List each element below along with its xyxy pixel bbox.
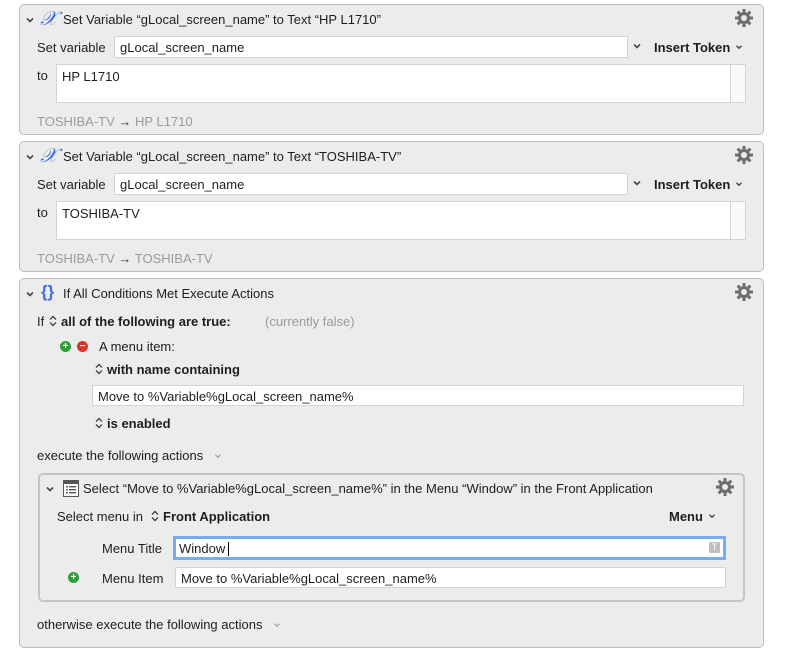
- variable-name-value: gLocal_screen_name: [120, 40, 245, 55]
- text-scrollbar[interactable]: [730, 65, 745, 102]
- add-menu-item-icon[interactable]: +: [68, 572, 79, 583]
- chevron-down-icon[interactable]: [24, 14, 36, 26]
- preview-text: TOSHIBA-TV → TOSHIBA-TV: [37, 251, 213, 266]
- insert-token-button[interactable]: Insert Token: [654, 40, 744, 55]
- gear-icon[interactable]: [715, 477, 735, 497]
- menu-name-field[interactable]: Move to %Variable%gLocal_screen_name%: [92, 385, 744, 406]
- application-popup[interactable]: Front Application: [151, 509, 270, 524]
- text-value-area[interactable]: TOSHIBA-TV: [56, 201, 746, 240]
- preview-text: TOSHIBA-TV → HP L1710: [37, 114, 193, 129]
- text-cursor: [228, 542, 229, 556]
- chevron-down-icon[interactable]: [24, 288, 36, 300]
- menu-name-value: Move to %Variable%gLocal_screen_name%: [98, 389, 354, 404]
- to-label: to: [37, 205, 48, 220]
- menu-title-value: Window: [179, 541, 226, 556]
- execute-actions-label[interactable]: execute the following actions: [37, 448, 223, 463]
- menu-title-field[interactable]: Window T: [173, 536, 726, 560]
- chevron-down-icon[interactable]: [44, 483, 56, 495]
- variable-dropdown-chevron-icon[interactable]: [631, 40, 643, 52]
- menu-item-value: Move to %Variable%gLocal_screen_name%: [181, 571, 437, 586]
- name-match-popup[interactable]: with name containing: [95, 362, 240, 377]
- gear-icon[interactable]: [734, 282, 754, 302]
- variable-dropdown-chevron-icon[interactable]: [631, 177, 643, 189]
- menu-list-icon: [63, 480, 79, 500]
- condition-status: (currently false): [265, 314, 355, 329]
- enabled-state-popup[interactable]: is enabled: [95, 416, 171, 431]
- menu-item-field[interactable]: Move to %Variable%gLocal_screen_name%: [175, 567, 726, 588]
- action-title: Set Variable “gLocal_screen_name” to Tex…: [63, 149, 402, 164]
- variable-icon: 𝒳: [40, 6, 58, 30]
- otherwise-actions-label[interactable]: otherwise execute the following actions: [37, 617, 282, 632]
- variable-name-value: gLocal_screen_name: [120, 177, 245, 192]
- select-menu-action: Select “Move to %Variable%gLocal_screen_…: [38, 473, 745, 602]
- text-value: HP L1710: [62, 69, 120, 84]
- condition-type-label: A menu item:: [99, 339, 175, 354]
- set-variable-action-2: 𝒳 Set Variable “gLocal_screen_name” to T…: [19, 141, 764, 272]
- text-value: TOSHIBA-TV: [62, 206, 140, 221]
- menu-item-label: Menu Item: [102, 571, 164, 586]
- menu-title-label: Menu Title: [102, 541, 162, 556]
- select-menu-in-label: Select menu in: [57, 509, 143, 524]
- menu-dropdown-button[interactable]: Menu: [669, 509, 717, 524]
- add-condition-icon[interactable]: +: [60, 341, 71, 352]
- variable-name-field[interactable]: gLocal_screen_name: [114, 36, 628, 58]
- gear-icon[interactable]: [734, 8, 754, 28]
- if-conditions-action: {} If All Conditions Met Execute Actions…: [19, 278, 764, 648]
- action-title: Select “Move to %Variable%gLocal_screen_…: [83, 481, 653, 496]
- if-label: If: [37, 314, 45, 329]
- gear-icon[interactable]: [734, 145, 754, 165]
- condition-mode-popup[interactable]: all of the following are true:: [49, 314, 231, 329]
- braces-icon: {}: [41, 282, 55, 301]
- text-value-area[interactable]: HP L1710: [56, 64, 746, 103]
- set-variable-action-1: 𝒳 Set Variable “gLocal_screen_name” to T…: [19, 4, 764, 135]
- set-variable-label: Set variable: [37, 177, 106, 192]
- token-badge-icon[interactable]: T: [709, 542, 720, 553]
- chevron-down-icon[interactable]: [24, 151, 36, 163]
- set-variable-label: Set variable: [37, 40, 106, 55]
- action-title: If All Conditions Met Execute Actions: [63, 286, 274, 301]
- action-title: Set Variable “gLocal_screen_name” to Tex…: [63, 12, 381, 27]
- variable-name-field[interactable]: gLocal_screen_name: [114, 173, 628, 195]
- insert-token-button[interactable]: Insert Token: [654, 177, 744, 192]
- text-scrollbar[interactable]: [730, 202, 745, 239]
- remove-condition-icon[interactable]: −: [77, 341, 88, 352]
- variable-icon: 𝒳: [40, 143, 58, 167]
- to-label: to: [37, 68, 48, 83]
